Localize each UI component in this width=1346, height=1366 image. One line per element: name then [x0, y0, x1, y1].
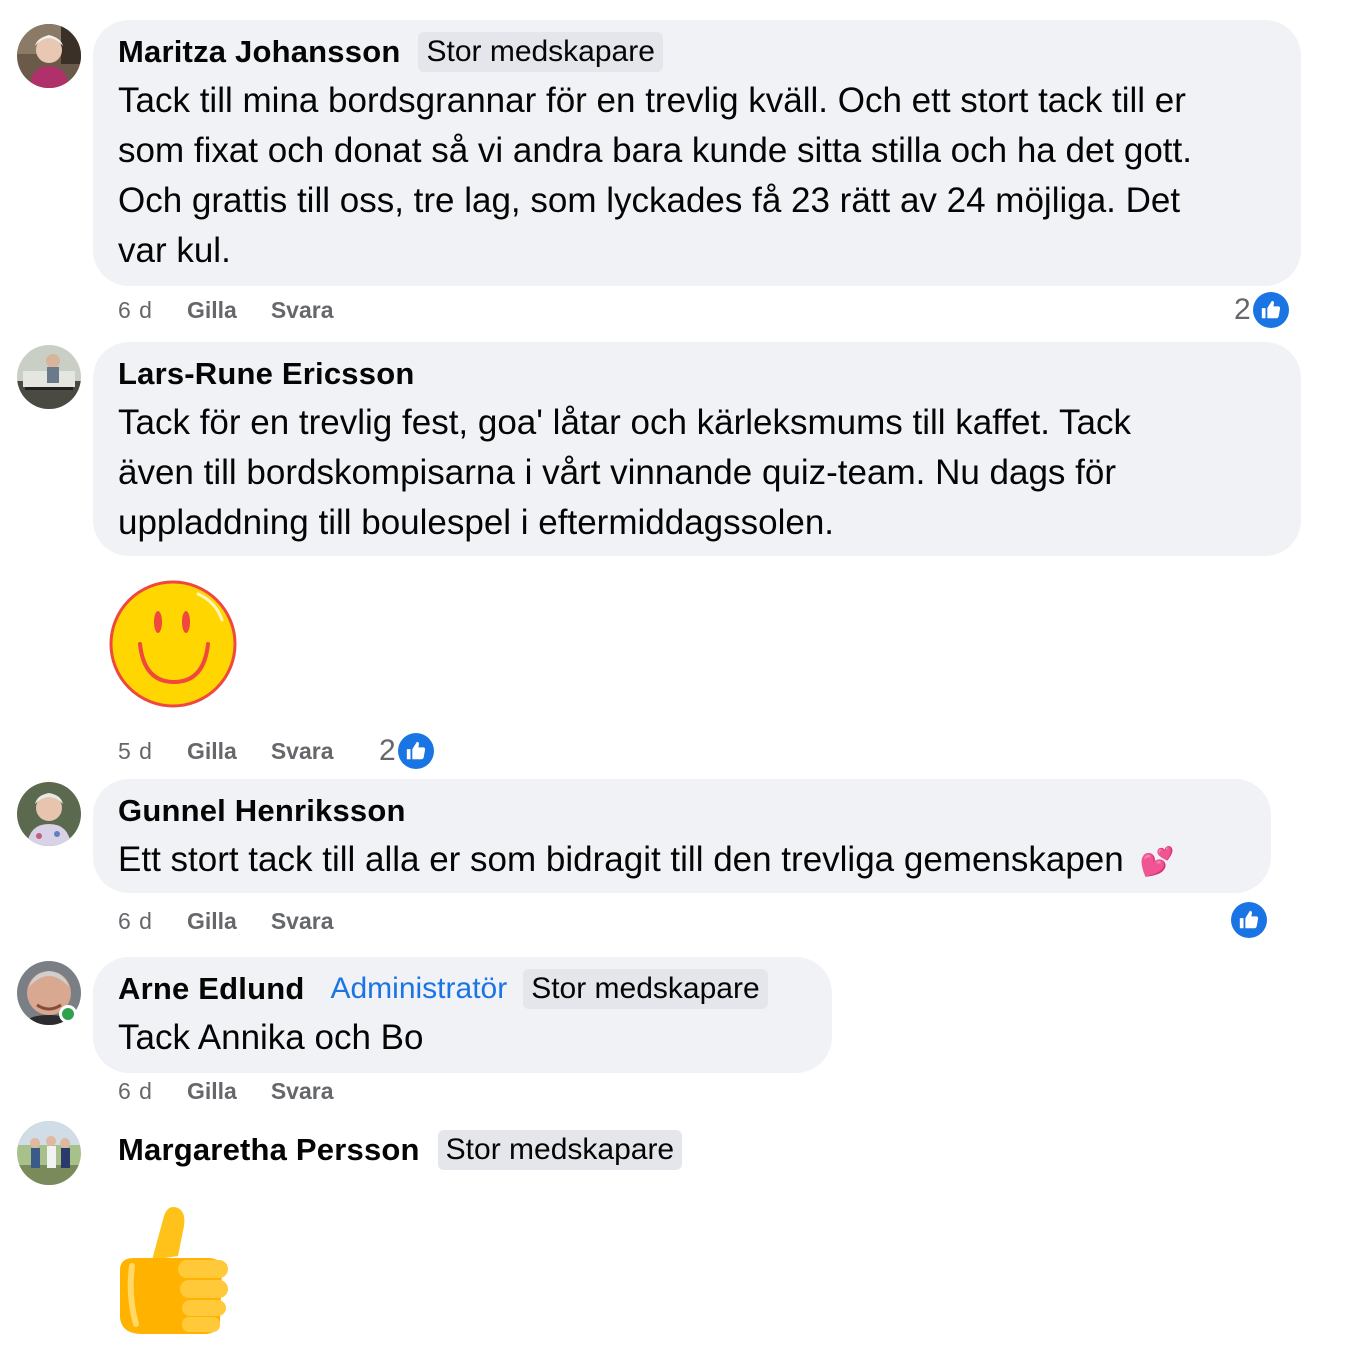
thumbs-up-reaction-icon: [1252, 292, 1289, 328]
reaction-summary[interactable]: [1231, 902, 1267, 938]
comment-line: var kul.: [118, 231, 231, 270]
timestamp[interactable]: 6 d: [118, 908, 153, 935]
reaction-summary[interactable]: 2: [379, 733, 434, 769]
comment-text: Ett stort tack till alla er som bidragit…: [118, 835, 1246, 887]
comment-header: Margaretha Persson Stor medskapare: [93, 1118, 733, 1178]
author-name[interactable]: Gunnel Henriksson: [118, 793, 406, 829]
thumbs-up-reaction-icon: [397, 733, 434, 769]
comment-line: uppladdning till boulespel i eftermiddag…: [118, 503, 835, 542]
comment-text: Tack Annika och Bo: [118, 1013, 807, 1063]
author-name[interactable]: Margaretha Persson: [118, 1132, 420, 1168]
comment-line: även till bordskompisarna i vårt vinnand…: [118, 453, 1116, 492]
admin-badge: Administratör: [330, 972, 508, 1005]
like-button[interactable]: Gilla: [187, 297, 237, 324]
reply-button[interactable]: Svara: [271, 297, 334, 324]
comment-line: Ett stort tack till alla er som bidragit…: [118, 840, 1124, 879]
comment-bubble: Lars-Rune Ericsson Tack för en trevlig f…: [93, 342, 1301, 556]
avatar-lars-rune-ericsson[interactable]: [17, 345, 81, 409]
comment-actions: 5 d Gilla Svara: [118, 738, 334, 765]
reply-button[interactable]: Svara: [271, 738, 334, 765]
comment-actions: 6 d Gilla Svara: [118, 297, 334, 324]
comment-bubble: Arne Edlund Administratör Stor medskapar…: [93, 957, 832, 1073]
contributor-badge: Stor medskapare: [418, 32, 663, 72]
author-name[interactable]: Maritza Johansson: [118, 34, 400, 70]
comment-line: som fixat och donat så vi andra bara kun…: [118, 131, 1192, 170]
author-name[interactable]: Arne Edlund: [118, 971, 304, 1007]
avatar-maritza-johansson[interactable]: [17, 24, 81, 88]
like-button[interactable]: Gilla: [187, 908, 237, 935]
reaction-count: 2: [379, 734, 396, 767]
reaction-summary[interactable]: 2: [1234, 292, 1289, 328]
comment-bubble: Maritza Johansson Stor medskapare Tack t…: [93, 20, 1301, 286]
timestamp[interactable]: 6 d: [118, 1078, 153, 1105]
comment-text: Tack för en trevlig fest, goa' låtar och…: [118, 398, 1276, 548]
like-button[interactable]: Gilla: [187, 738, 237, 765]
comment-text: Tack till mina bordsgrannar för en trevl…: [118, 76, 1276, 276]
comment-line: Och grattis till oss, tre lag, som lycka…: [118, 181, 1181, 220]
contributor-badge: Stor medskapare: [437, 1130, 683, 1170]
like-button[interactable]: Gilla: [187, 1078, 237, 1105]
contributor-badge: Stor medskapare: [523, 969, 768, 1009]
thumbs-up-reaction-icon: [1231, 902, 1267, 938]
timestamp[interactable]: 5 d: [118, 738, 153, 765]
comment-line: Tack Annika och Bo: [118, 1018, 424, 1057]
online-status-dot: [59, 1005, 77, 1023]
avatar-margaretha-persson[interactable]: [17, 1121, 81, 1185]
timestamp[interactable]: 6 d: [118, 297, 153, 324]
author-name[interactable]: Lars-Rune Ericsson: [118, 356, 414, 392]
avatar-gunnel-henriksson[interactable]: [17, 782, 81, 846]
reply-button[interactable]: Svara: [271, 908, 334, 935]
reply-button[interactable]: Svara: [271, 1078, 334, 1105]
smiley-face-sticker: [106, 578, 240, 710]
comment-actions: 6 d Gilla Svara: [118, 1078, 334, 1105]
comment-actions: 6 d Gilla Svara: [118, 908, 334, 935]
comment-bubble: Gunnel Henriksson Ett stort tack till al…: [93, 779, 1271, 893]
comment-line: Tack till mina bordsgrannar för en trevl…: [118, 81, 1186, 120]
comment-line: Tack för en trevlig fest, goa' låtar och…: [118, 403, 1132, 442]
two-hearts-emoji: 💕: [1139, 846, 1175, 877]
thumbs-up-sticker: [112, 1200, 234, 1340]
reaction-count: 2: [1234, 293, 1251, 326]
